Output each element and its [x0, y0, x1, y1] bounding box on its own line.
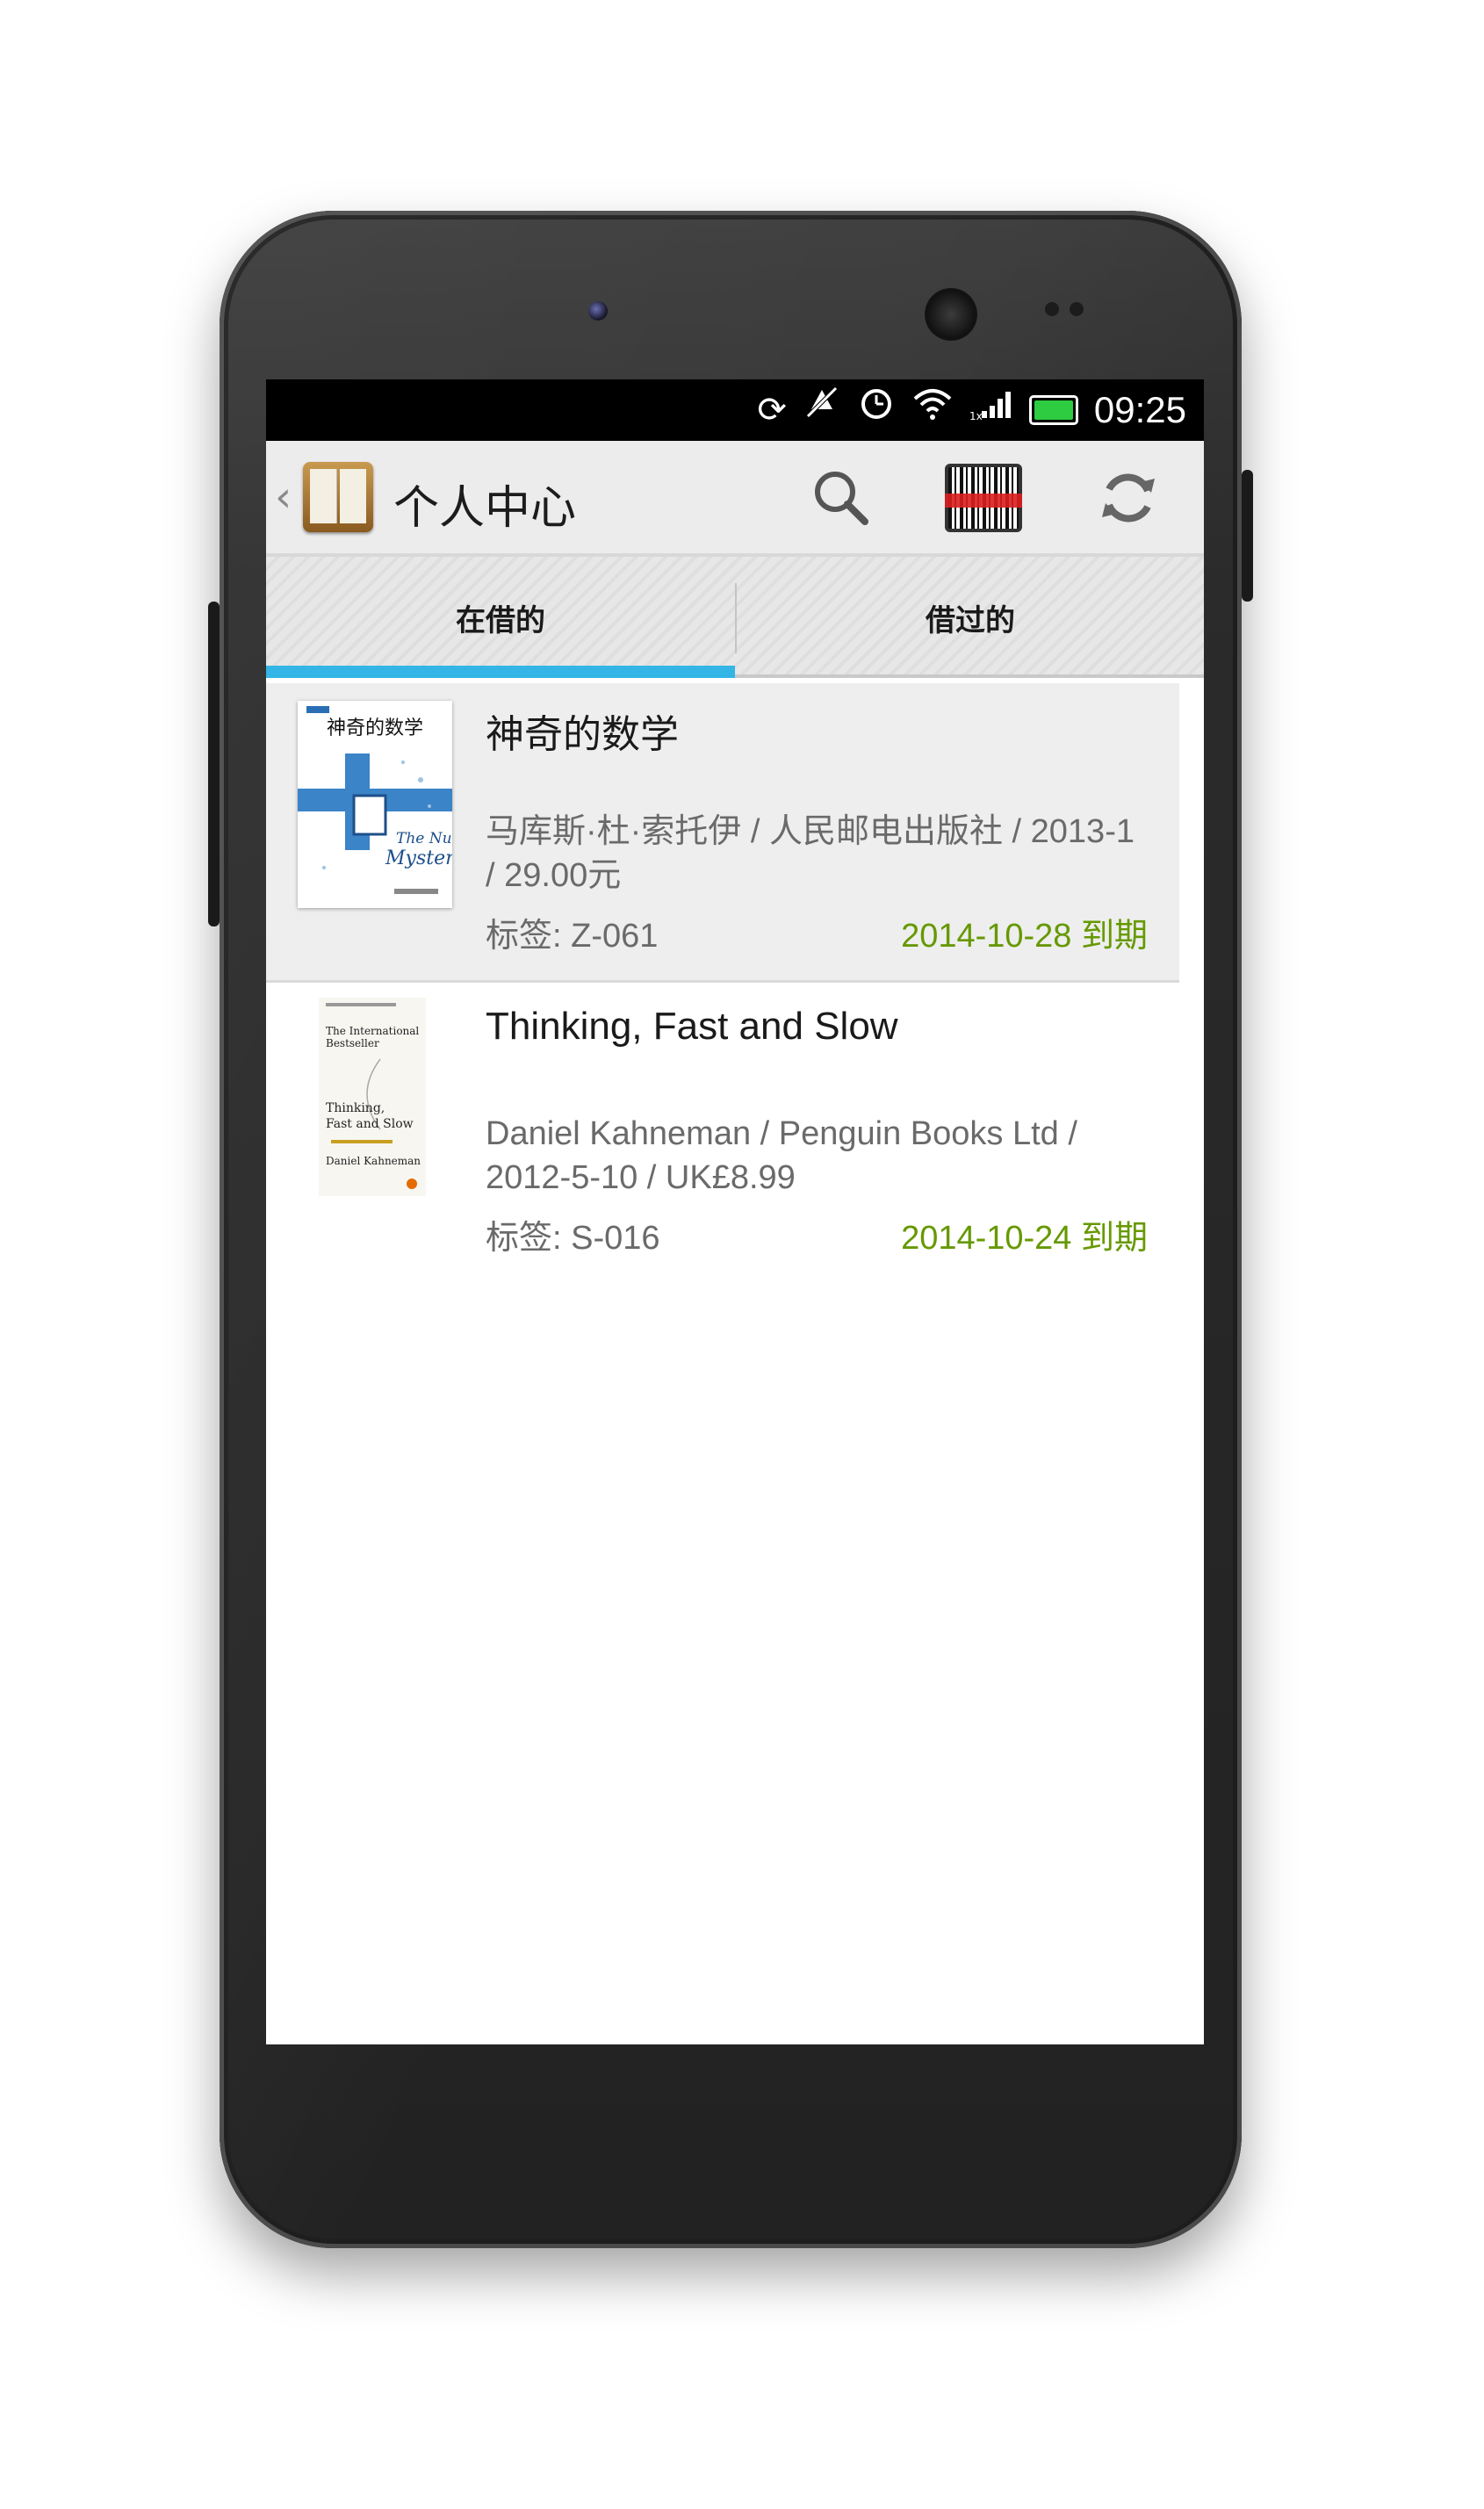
proximity-sensor	[1045, 302, 1059, 316]
volume-button	[208, 602, 220, 926]
book-meta: 马库斯·杜·索托伊 / 人民邮电出版社 / 2013-1 / 29.00元	[486, 813, 1135, 894]
page-title: 个人中心	[393, 482, 577, 535]
status-icons: ⟳ 1x 09:25	[757, 379, 1186, 441]
svg-text:The International: The International	[326, 1025, 419, 1037]
svg-text:1x: 1x	[969, 410, 983, 422]
book-due-date: 2014-10-24 到期	[901, 1220, 1148, 1257]
alarm-icon	[857, 379, 896, 441]
book-list-item[interactable]: 神奇的数学 The Number Mysteries 神奇的数学 马库斯·杜·索…	[266, 683, 1179, 983]
status-bar: ⟳ 1x 09:25	[266, 379, 1204, 441]
tab-borrowed[interactable]: 借过的	[737, 557, 1204, 678]
search-icon	[815, 472, 868, 525]
signal-icon: 1x	[969, 379, 1013, 441]
barcode-scan-icon	[945, 464, 1022, 532]
svg-text:Daniel Kahneman: Daniel Kahneman	[326, 1155, 421, 1167]
svg-text:Fast and Slow: Fast and Slow	[326, 1117, 414, 1131]
power-button	[1242, 470, 1253, 602]
refresh-button[interactable]	[1089, 460, 1168, 536]
notifications-off-icon	[803, 379, 841, 441]
screen: ⟳ 1x 09:25 ‹ 个人中心 在借的 借过的 神奇的数学 The Nu M…	[266, 379, 1204, 2044]
refresh-icon	[1102, 473, 1155, 523]
wifi-icon	[911, 379, 954, 441]
scan-barcode-button[interactable]	[944, 460, 1023, 536]
front-camera	[588, 301, 608, 321]
book-meta: Daniel Kahneman / Penguin Books Ltd / 20…	[486, 1115, 1077, 1196]
back-chevron-icon[interactable]: ‹	[275, 472, 292, 522]
action-bar: ‹ 个人中心	[266, 441, 1204, 557]
book-cover-image: 神奇的数学 The Number Mysteries	[298, 701, 452, 908]
earpiece-speaker	[925, 288, 977, 341]
tab-bar: 在借的 借过的	[266, 557, 1204, 678]
tab-borrowing[interactable]: 在借的	[266, 557, 735, 678]
book-title: 神奇的数学	[486, 713, 679, 756]
light-sensor	[1070, 302, 1084, 316]
book-cover-image: The International Bestseller Thinking, F…	[319, 998, 426, 1196]
book-title: Thinking, Fast and Slow	[486, 1005, 898, 1048]
search-button[interactable]	[802, 460, 881, 536]
svg-text:神奇的数学: 神奇的数学	[327, 717, 423, 739]
book-tag: 标签: Z-061	[486, 918, 659, 955]
sync-icon: ⟳	[757, 390, 787, 430]
svg-text:The Number: The Number	[396, 830, 452, 847]
tab-borrowing-label: 在借的	[456, 602, 545, 638]
svg-text:Mysteries: Mysteries	[385, 847, 452, 869]
tab-selected-indicator	[266, 666, 735, 678]
svg-text:Bestseller: Bestseller	[326, 1037, 379, 1049]
book-due-date: 2014-10-28 到期	[901, 918, 1148, 955]
book-list-item[interactable]: The International Bestseller Thinking, F…	[266, 985, 1179, 1282]
battery-icon	[1028, 395, 1078, 425]
svg-text:Thinking,: Thinking,	[326, 1101, 385, 1115]
status-time: 09:25	[1093, 389, 1186, 430]
book-tag: 标签: S-016	[486, 1220, 660, 1257]
tab-borrowed-label: 借过的	[926, 602, 1015, 638]
app-logo-icon[interactable]	[303, 462, 373, 532]
